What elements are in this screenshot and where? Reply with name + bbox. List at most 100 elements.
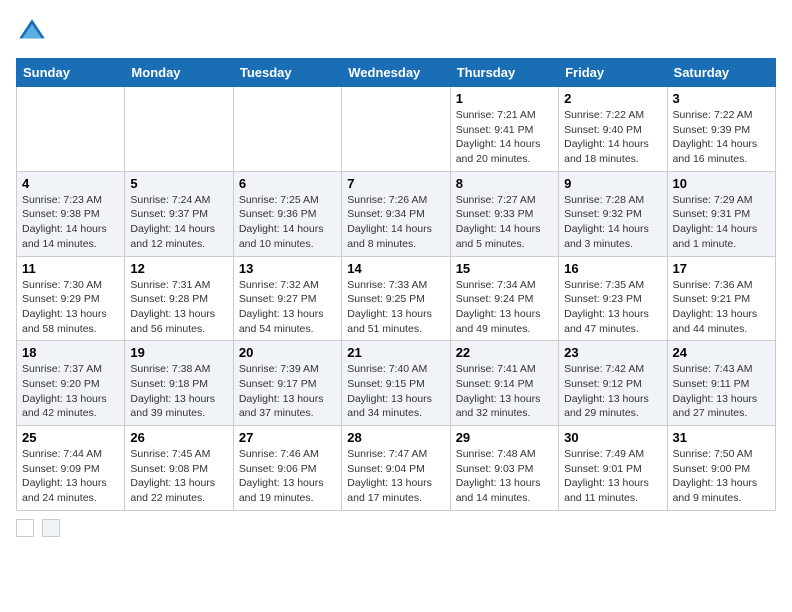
day-info: Sunrise: 7:33 AM Sunset: 9:25 PM Dayligh…: [347, 278, 444, 337]
day-number: 10: [673, 176, 770, 191]
day-number: 2: [564, 91, 661, 106]
weekday-header-row: SundayMondayTuesdayWednesdayThursdayFrid…: [17, 59, 776, 87]
calendar-cell: 18Sunrise: 7:37 AM Sunset: 9:20 PM Dayli…: [17, 341, 125, 426]
calendar-cell: 22Sunrise: 7:41 AM Sunset: 9:14 PM Dayli…: [450, 341, 558, 426]
calendar-cell: 23Sunrise: 7:42 AM Sunset: 9:12 PM Dayli…: [559, 341, 667, 426]
day-info: Sunrise: 7:28 AM Sunset: 9:32 PM Dayligh…: [564, 193, 661, 252]
calendar-cell: 4 Sunrise: 7:23 AM Sunset: 9:38 PM Daylig…: [17, 171, 125, 256]
day-info: Sunrise: 7:38 AM Sunset: 9:18 PM Dayligh…: [130, 362, 227, 421]
day-number: 16: [564, 261, 661, 276]
calendar-cell: 20 Sunrise: 7:39 AM Sunset: 9:17 PM Dayli…: [233, 341, 341, 426]
day-info: Sunrise: 7:29 AM Sunset: 9:31 PM Dayligh…: [673, 193, 770, 252]
weekday-header-friday: Friday: [559, 59, 667, 87]
calendar-cell: 19 Sunrise: 7:38 AM Sunset: 9:18 PM Dayli…: [125, 341, 233, 426]
legend-box-white: [16, 519, 34, 537]
day-info: Sunrise: 7:27 AM Sunset: 9:33 PM Dayligh…: [456, 193, 553, 252]
day-number: 9: [564, 176, 661, 191]
logo-icon: [16, 16, 48, 48]
day-info: Sunrise: 7:25 AM Sunset: 9:36 PM Dayligh…: [239, 193, 336, 252]
day-number: 14: [347, 261, 444, 276]
day-number: 13: [239, 261, 336, 276]
legend: [16, 519, 776, 537]
day-number: 15: [456, 261, 553, 276]
day-number: 6: [239, 176, 336, 191]
day-info: Sunrise: 7:39 AM Sunset: 9:17 PM Dayligh…: [239, 362, 336, 421]
day-info: Sunrise: 7:21 AM Sunset: 9:41 PM Dayligh…: [456, 108, 553, 167]
calendar-cell: 25Sunrise: 7:44 AM Sunset: 9:09 PM Dayli…: [17, 426, 125, 511]
week-row-2: 4 Sunrise: 7:23 AM Sunset: 9:38 PM Daylig…: [17, 171, 776, 256]
calendar-cell: 26 Sunrise: 7:45 AM Sunset: 9:08 PM Dayli…: [125, 426, 233, 511]
day-info: Sunrise: 7:46 AM Sunset: 9:06 PM Dayligh…: [239, 447, 336, 506]
day-number: 30: [564, 430, 661, 445]
day-number: 21: [347, 345, 444, 360]
calendar-table: SundayMondayTuesdayWednesdayThursdayFrid…: [16, 58, 776, 511]
calendar-cell: 21Sunrise: 7:40 AM Sunset: 9:15 PM Dayli…: [342, 341, 450, 426]
day-info: Sunrise: 7:24 AM Sunset: 9:37 PM Dayligh…: [130, 193, 227, 252]
weekday-header-thursday: Thursday: [450, 59, 558, 87]
day-info: Sunrise: 7:30 AM Sunset: 9:29 PM Dayligh…: [22, 278, 119, 337]
calendar-cell: 24 Sunrise: 7:43 AM Sunset: 9:11 PM Dayli…: [667, 341, 775, 426]
calendar-cell: 7Sunrise: 7:26 AM Sunset: 9:34 PM Daylig…: [342, 171, 450, 256]
day-info: Sunrise: 7:23 AM Sunset: 9:38 PM Dayligh…: [22, 193, 119, 252]
calendar-cell: 14 Sunrise: 7:33 AM Sunset: 9:25 PM Dayli…: [342, 256, 450, 341]
day-info: Sunrise: 7:50 AM Sunset: 9:00 PM Dayligh…: [673, 447, 770, 506]
week-row-1: 1 Sunrise: 7:21 AM Sunset: 9:41 PM Daylig…: [17, 87, 776, 172]
week-row-3: 11 Sunrise: 7:30 AM Sunset: 9:29 PM Dayli…: [17, 256, 776, 341]
page-header: [16, 16, 776, 48]
calendar-cell: 16 Sunrise: 7:35 AM Sunset: 9:23 PM Dayli…: [559, 256, 667, 341]
calendar-cell: 29 Sunrise: 7:48 AM Sunset: 9:03 PM Dayli…: [450, 426, 558, 511]
calendar-cell: 17 Sunrise: 7:36 AM Sunset: 9:21 PM Dayli…: [667, 256, 775, 341]
day-info: Sunrise: 7:22 AM Sunset: 9:39 PM Dayligh…: [673, 108, 770, 167]
logo: [16, 16, 52, 48]
day-number: 17: [673, 261, 770, 276]
calendar-cell: 28 Sunrise: 7:47 AM Sunset: 9:04 PM Dayli…: [342, 426, 450, 511]
day-info: Sunrise: 7:44 AM Sunset: 9:09 PM Dayligh…: [22, 447, 119, 506]
day-info: Sunrise: 7:48 AM Sunset: 9:03 PM Dayligh…: [456, 447, 553, 506]
day-number: 18: [22, 345, 119, 360]
calendar-cell: 30 Sunrise: 7:49 AM Sunset: 9:01 PM Dayli…: [559, 426, 667, 511]
day-number: 24: [673, 345, 770, 360]
day-info: Sunrise: 7:42 AM Sunset: 9:12 PM Dayligh…: [564, 362, 661, 421]
calendar-cell: 9 Sunrise: 7:28 AM Sunset: 9:32 PM Daylig…: [559, 171, 667, 256]
weekday-header-monday: Monday: [125, 59, 233, 87]
calendar-cell: 12Sunrise: 7:31 AM Sunset: 9:28 PM Dayli…: [125, 256, 233, 341]
day-number: 27: [239, 430, 336, 445]
weekday-header-sunday: Sunday: [17, 59, 125, 87]
day-number: 28: [347, 430, 444, 445]
day-number: 19: [130, 345, 227, 360]
day-info: Sunrise: 7:32 AM Sunset: 9:27 PM Dayligh…: [239, 278, 336, 337]
day-info: Sunrise: 7:43 AM Sunset: 9:11 PM Dayligh…: [673, 362, 770, 421]
day-info: Sunrise: 7:47 AM Sunset: 9:04 PM Dayligh…: [347, 447, 444, 506]
day-info: Sunrise: 7:22 AM Sunset: 9:40 PM Dayligh…: [564, 108, 661, 167]
day-number: 26: [130, 430, 227, 445]
calendar-cell: [125, 87, 233, 172]
day-number: 3: [673, 91, 770, 106]
calendar-cell: 6 Sunrise: 7:25 AM Sunset: 9:36 PM Daylig…: [233, 171, 341, 256]
day-info: Sunrise: 7:45 AM Sunset: 9:08 PM Dayligh…: [130, 447, 227, 506]
calendar-cell: 10 Sunrise: 7:29 AM Sunset: 9:31 PM Dayli…: [667, 171, 775, 256]
weekday-header-tuesday: Tuesday: [233, 59, 341, 87]
week-row-4: 18Sunrise: 7:37 AM Sunset: 9:20 PM Dayli…: [17, 341, 776, 426]
day-number: 5: [130, 176, 227, 191]
calendar-cell: 27 Sunrise: 7:46 AM Sunset: 9:06 PM Dayli…: [233, 426, 341, 511]
day-number: 31: [673, 430, 770, 445]
calendar-cell: 31 Sunrise: 7:50 AM Sunset: 9:00 PM Dayli…: [667, 426, 775, 511]
day-number: 11: [22, 261, 119, 276]
calendar-cell: 5 Sunrise: 7:24 AM Sunset: 9:37 PM Daylig…: [125, 171, 233, 256]
day-number: 1: [456, 91, 553, 106]
legend-box-alt: [42, 519, 60, 537]
day-number: 4: [22, 176, 119, 191]
calendar-cell: 13 Sunrise: 7:32 AM Sunset: 9:27 PM Dayli…: [233, 256, 341, 341]
day-info: Sunrise: 7:35 AM Sunset: 9:23 PM Dayligh…: [564, 278, 661, 337]
calendar-cell: 1 Sunrise: 7:21 AM Sunset: 9:41 PM Daylig…: [450, 87, 558, 172]
day-info: Sunrise: 7:49 AM Sunset: 9:01 PM Dayligh…: [564, 447, 661, 506]
week-row-5: 25Sunrise: 7:44 AM Sunset: 9:09 PM Dayli…: [17, 426, 776, 511]
day-number: 8: [456, 176, 553, 191]
calendar-cell: [342, 87, 450, 172]
day-number: 20: [239, 345, 336, 360]
day-number: 29: [456, 430, 553, 445]
day-info: Sunrise: 7:36 AM Sunset: 9:21 PM Dayligh…: [673, 278, 770, 337]
calendar-cell: 3 Sunrise: 7:22 AM Sunset: 9:39 PM Daylig…: [667, 87, 775, 172]
calendar-cell: 8 Sunrise: 7:27 AM Sunset: 9:33 PM Daylig…: [450, 171, 558, 256]
day-number: 22: [456, 345, 553, 360]
